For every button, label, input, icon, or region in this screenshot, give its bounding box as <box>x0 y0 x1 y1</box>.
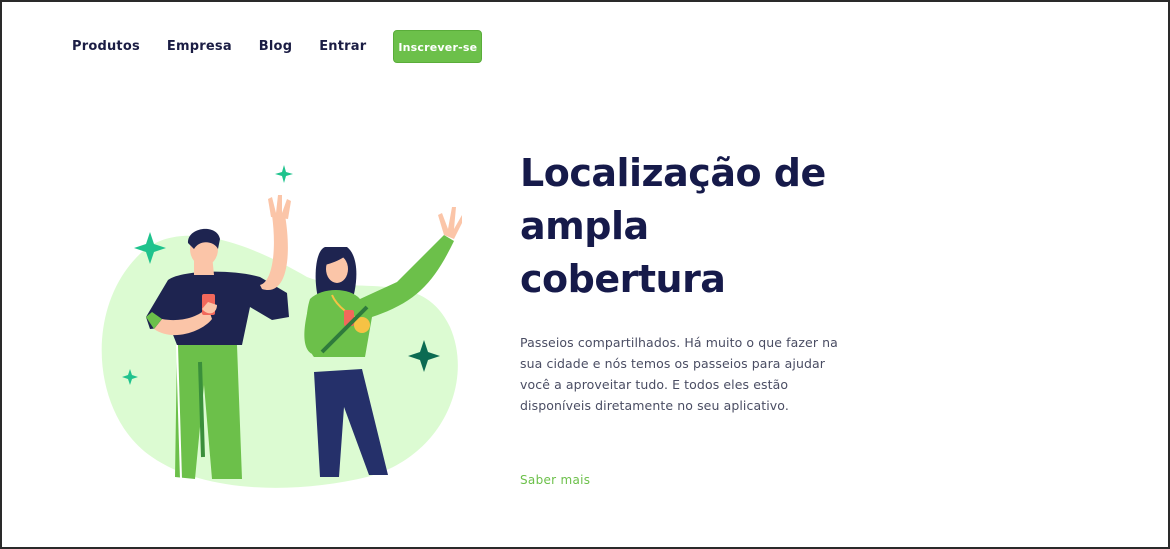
sparkle-icon <box>275 165 293 183</box>
page-frame: Produtos Empresa Blog Entrar Inscrever-s… <box>2 2 1168 547</box>
nav-item-blog[interactable]: Blog <box>259 39 292 54</box>
nav-item-entrar[interactable]: Entrar <box>319 39 366 54</box>
learn-more-link[interactable]: Saber mais <box>520 473 590 487</box>
nav-item-produtos[interactable]: Produtos <box>72 39 140 54</box>
hero-title: Localização de ampla cobertura <box>520 147 860 306</box>
hero-title-line: cobertura <box>520 257 726 301</box>
hero-title-line: Localização de <box>520 151 826 195</box>
nav-item-empresa[interactable]: Empresa <box>167 39 232 54</box>
signup-button[interactable]: Inscrever-se <box>393 30 483 63</box>
hero-description: Passeios compartilhados. Há muito o que … <box>520 335 838 413</box>
hero-illustration <box>101 165 462 488</box>
top-navigation: Produtos Empresa Blog Entrar Inscrever-s… <box>72 30 509 63</box>
hero-title-line: ampla <box>520 204 649 248</box>
